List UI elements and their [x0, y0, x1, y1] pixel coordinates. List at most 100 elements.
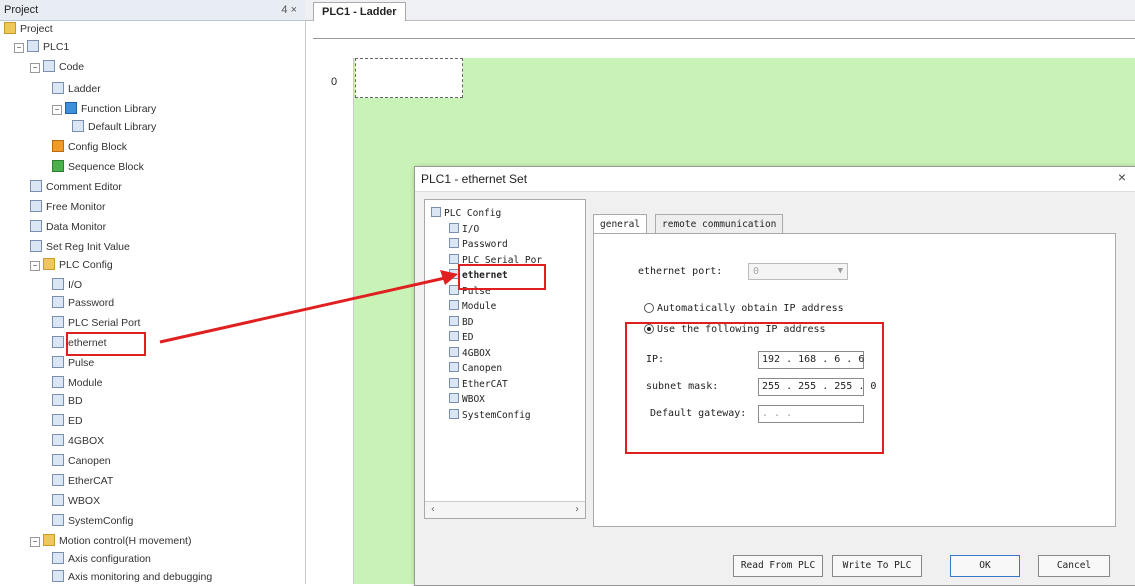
config-block-icon — [52, 140, 64, 152]
motion-control-icon — [43, 534, 55, 546]
tree-item-default-library[interactable]: Default Library — [72, 118, 156, 136]
tree-item-label: Function Library — [81, 103, 157, 115]
tree-item-plc-config[interactable]: − PLC Config — [30, 256, 113, 274]
config-tree-item-plc-config[interactable]: PLC Config — [431, 206, 501, 221]
tree-item-label: I/O — [68, 279, 83, 291]
collapse-icon[interactable]: − — [52, 105, 62, 115]
tree-item-plc1[interactable]: − PLC1 — [14, 38, 69, 56]
tree-item-config-block[interactable]: Config Block — [52, 138, 127, 156]
tree-item-comment-editor[interactable]: Comment Editor — [30, 178, 122, 196]
config-tree-item-ethercat[interactable]: EtherCAT — [449, 377, 508, 392]
systemconfig-icon — [52, 514, 64, 526]
plc-config-icon — [431, 207, 441, 217]
module-icon — [449, 300, 459, 310]
ethercat-icon — [52, 474, 64, 486]
tree-item-module[interactable]: Module — [52, 374, 102, 392]
collapse-icon[interactable]: − — [30, 537, 40, 547]
tree-item-label: WBOX — [68, 495, 101, 507]
project-panel: Project 4 × Project − PLC1− Code Ladder − Func… — [0, 0, 306, 584]
ethernet-port-label: ethernet port: — [638, 266, 723, 277]
tree-item-io[interactable]: I/O — [52, 276, 82, 294]
radio-button[interactable] — [644, 303, 654, 313]
tree-item-axis-configuration[interactable]: Axis configuration — [52, 550, 151, 568]
tree-item-ethercat[interactable]: EtherCAT — [52, 472, 113, 490]
tree-item-label: Axis monitoring and debugging — [68, 571, 213, 583]
plc-serial-port-icon — [52, 316, 64, 328]
tree-item-bd[interactable]: BD — [52, 392, 83, 410]
config-tree-item-password[interactable]: Password — [449, 237, 508, 252]
io-icon — [52, 278, 64, 290]
tree-item-label: Ladder — [68, 83, 101, 95]
highlight-ethernet-tree — [66, 332, 146, 356]
config-tree-item-canopen[interactable]: Canopen — [449, 361, 502, 376]
4gbox-icon — [449, 346, 459, 357]
panel-pin-close-controls[interactable]: 4 × — [281, 0, 297, 20]
close-icon[interactable]: × — [1118, 169, 1126, 185]
tree-item-password[interactable]: Password — [52, 294, 114, 312]
tree-item-motion-control[interactable]: − Motion control(H movement) — [30, 532, 191, 550]
data-monitor-icon — [30, 220, 42, 232]
horizontal-scrollbar[interactable]: ‹ › — [425, 501, 585, 518]
config-tree-item-wbox[interactable]: WBOX — [449, 392, 485, 407]
ladder-cursor-cell[interactable] — [355, 58, 463, 98]
write-to-plc-button[interactable]: Write To PLC — [832, 555, 922, 577]
tree-item-code[interactable]: − Code — [30, 58, 84, 76]
free-monitor-icon — [30, 200, 42, 212]
config-tree-label: I/O — [462, 223, 480, 235]
radio-auto-ip[interactable]: Automatically obtain IP address — [644, 303, 844, 314]
tab-remote-communication[interactable]: remote communication — [655, 214, 784, 234]
tree-item-data-monitor[interactable]: Data Monitor — [30, 218, 106, 236]
systemconfig-icon — [449, 408, 459, 419]
collapse-icon[interactable]: − — [30, 63, 40, 73]
project-icon — [4, 22, 16, 34]
tree-item-ed[interactable]: ED — [52, 412, 83, 430]
tree-item-free-monitor[interactable]: Free Monitor — [30, 198, 106, 216]
config-tree-item-module[interactable]: Module — [449, 299, 496, 314]
tree-item-set-reg-init-value[interactable]: Set Reg Init Value — [30, 238, 130, 256]
collapse-icon[interactable]: − — [30, 261, 40, 271]
io-icon — [449, 222, 459, 233]
tree-item-label: SystemConfig — [68, 515, 134, 527]
config-tree-item-ed[interactable]: ED — [449, 330, 473, 345]
config-tree-item-bd[interactable]: BD — [449, 315, 473, 330]
tree-item-pulse[interactable]: Pulse — [52, 354, 94, 372]
tree-item-systemconfig[interactable]: SystemConfig — [52, 512, 133, 530]
default-library-icon — [72, 120, 84, 132]
config-tree-label: ED — [462, 332, 474, 343]
config-tree-item-4gbox[interactable]: 4GBOX — [449, 346, 491, 361]
tree-item-sequence-block[interactable]: Sequence Block — [52, 158, 144, 176]
tree-item-ladder[interactable]: Ladder — [52, 80, 101, 98]
collapse-icon[interactable]: − — [14, 43, 24, 53]
ethernet-port-select[interactable]: 0 ▼ — [748, 263, 848, 280]
tree-item-label: Axis configuration — [68, 553, 151, 565]
cancel-button[interactable]: Cancel — [1038, 555, 1110, 577]
password-icon — [449, 238, 459, 248]
ethercat-icon — [449, 377, 459, 388]
tree-item-axis-monitoring[interactable]: Axis monitoring and debugging — [52, 568, 212, 586]
tree-item-label: PLC Serial Port — [68, 317, 141, 329]
rung-number: 0 — [331, 76, 338, 88]
tree-item-canopen[interactable]: Canopen — [52, 452, 111, 470]
ladder-column-ruler — [313, 38, 1135, 60]
scroll-right-icon[interactable]: › — [569, 502, 585, 518]
ethernet-icon — [52, 336, 64, 348]
config-tree-item-systemconfig[interactable]: SystemConfig — [449, 408, 531, 423]
read-from-plc-button[interactable]: Read From PLC — [733, 555, 823, 577]
tree-item-4gbox[interactable]: 4GBOX — [52, 432, 104, 450]
wbox-icon — [449, 393, 459, 403]
tree-item-plc-serial-port[interactable]: PLC Serial Port — [52, 314, 140, 332]
tab-plc1-ladder[interactable]: PLC1 - Ladder — [313, 2, 406, 21]
scroll-left-icon[interactable]: ‹ — [425, 502, 441, 518]
tab-general[interactable]: general — [593, 214, 648, 235]
tree-item-function-library[interactable]: − Function Library — [52, 100, 156, 118]
tree-item-label: Set Reg Init Value — [46, 241, 130, 253]
tree-item-project[interactable]: Project — [4, 20, 53, 38]
tree-item-label: Canopen — [68, 455, 111, 467]
tree-item-label: PLC Config — [59, 259, 113, 271]
ed-icon — [52, 414, 64, 426]
ok-button[interactable]: OK — [950, 555, 1020, 577]
tree-item-wbox[interactable]: WBOX — [52, 492, 100, 510]
wbox-icon — [52, 494, 64, 506]
config-tree-item-io[interactable]: I/O — [449, 222, 479, 237]
config-tree-label: Canopen — [462, 363, 503, 374]
